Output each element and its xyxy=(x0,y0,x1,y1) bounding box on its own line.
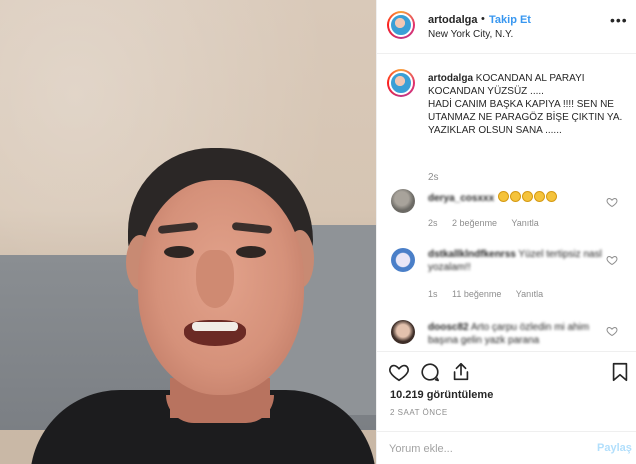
location-link[interactable]: New York City, N.Y. xyxy=(428,29,513,40)
emoji-icon xyxy=(497,191,557,204)
like-heart-icon[interactable] xyxy=(388,361,410,383)
bookmark-icon[interactable] xyxy=(609,361,631,383)
post-sidebar: artodalga • Takip Et New York City, N.Y.… xyxy=(376,0,636,464)
comment-username[interactable]: dstkallklndfkenrss xyxy=(428,249,516,260)
comment-meta: 1s 11 beğenme Yanıtla xyxy=(428,289,555,299)
avatar[interactable] xyxy=(387,69,415,97)
comment-meta: 2s 2 beğenme Yanıtla xyxy=(428,218,551,228)
comment-line: derya_cosxxx xyxy=(428,191,608,204)
caption-body-2: HADİ CANIM BAŞKA KAPIYA !!!! SEN NE UTAN… xyxy=(428,99,623,136)
caption-username[interactable]: artodalga xyxy=(428,73,473,84)
comment-bubble-icon[interactable] xyxy=(419,361,441,383)
comment-time: 2s xyxy=(428,218,438,228)
post-actions: 10.219 görüntüleme 2 SAAT ÖNCE xyxy=(377,351,636,431)
comment-likes[interactable]: 2 beğenme xyxy=(452,218,497,228)
comments-list[interactable]: artodalga KOCANDAN AL PARAYI KOCANDAN YÜ… xyxy=(377,55,636,351)
view-count[interactable]: 10.219 görüntüleme xyxy=(390,389,493,401)
avatar[interactable] xyxy=(391,189,415,213)
person-eye xyxy=(164,246,194,258)
caption-time: 2s xyxy=(428,172,439,183)
post-header: artodalga • Takip Et New York City, N.Y.… xyxy=(377,0,636,54)
share-icon[interactable] xyxy=(450,361,472,383)
heart-icon[interactable] xyxy=(606,254,618,266)
video-player[interactable] xyxy=(0,0,376,464)
comment-line: doosc82 Arto çarpu özledin mi ahim başın… xyxy=(428,321,608,347)
comment-likes[interactable]: 11 beğenme xyxy=(452,289,501,299)
person-nose xyxy=(196,250,234,308)
avatar[interactable] xyxy=(391,248,415,272)
heart-icon[interactable] xyxy=(606,196,618,208)
add-comment-bar: Paylaş xyxy=(377,431,636,464)
avatar[interactable] xyxy=(391,320,415,344)
person-teeth xyxy=(192,322,238,331)
separator-dot: • xyxy=(481,13,485,25)
caption-text: artodalga KOCANDAN AL PARAYI KOCANDAN YÜ… xyxy=(428,72,624,137)
reply-button[interactable]: Yanıtla xyxy=(511,218,538,228)
comment-time: 1s xyxy=(428,289,438,299)
follow-button[interactable]: Takip Et xyxy=(489,14,531,26)
person-collar xyxy=(166,395,274,423)
person-eye xyxy=(236,246,266,258)
comment-line: dstkallklndfkenrss Yüzel tertipsiz nasl … xyxy=(428,248,608,274)
post-timestamp: 2 SAAT ÖNCE xyxy=(390,408,448,417)
reply-button[interactable]: Yanıtla xyxy=(516,289,543,299)
comment-username[interactable]: derya_cosxxx xyxy=(428,193,494,204)
comment-input[interactable] xyxy=(389,441,579,457)
post-comment-button[interactable]: Paylaş xyxy=(597,442,632,454)
avatar[interactable] xyxy=(387,11,415,39)
header-username[interactable]: artodalga xyxy=(428,14,478,26)
heart-icon[interactable] xyxy=(606,325,618,337)
more-options-icon[interactable]: ••• xyxy=(610,12,628,28)
comment-username[interactable]: doosc82 xyxy=(428,322,469,333)
